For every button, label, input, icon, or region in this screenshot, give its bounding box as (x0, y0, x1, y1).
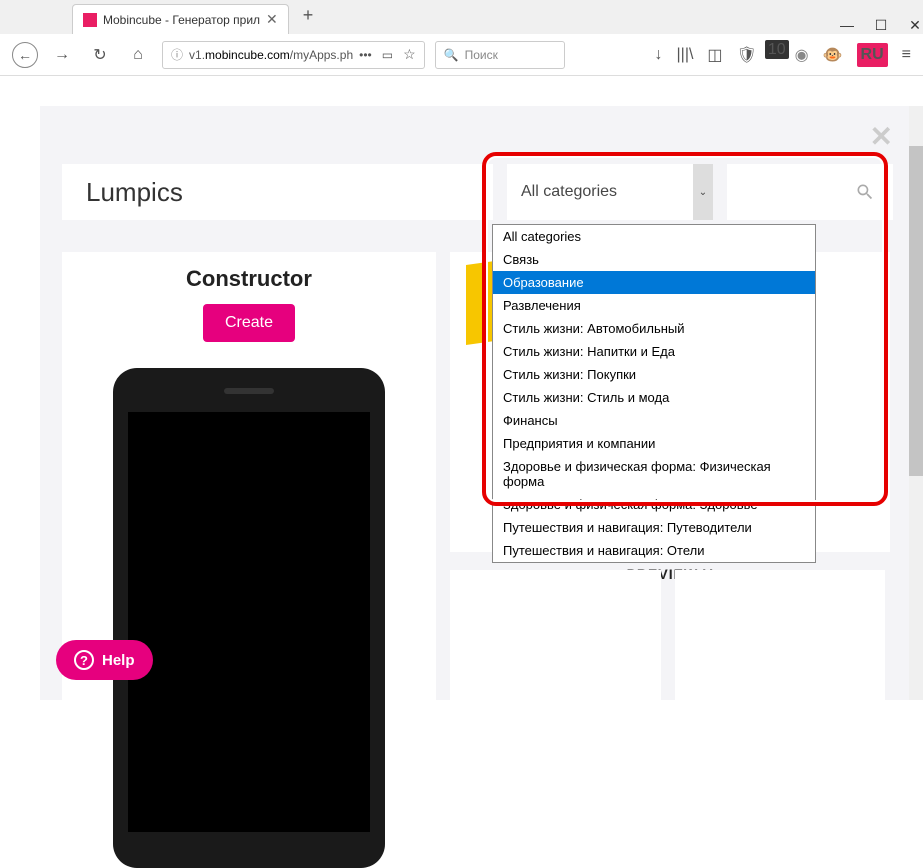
constructor-panel: Constructor Create (62, 252, 436, 700)
browser-tab[interactable]: Mobincube - Генератор прил ✕ (72, 4, 289, 34)
app-name-input[interactable]: Lumpics (62, 164, 493, 220)
dropdown-item[interactable]: Здоровье и физическая форма: Физическая … (493, 455, 815, 493)
help-button[interactable]: ? Help (56, 640, 153, 680)
download-icon[interactable]: ↓ (655, 46, 663, 64)
dropdown-item[interactable]: Развлечения (493, 294, 815, 317)
bottom-cards (450, 570, 885, 780)
monkey-icon[interactable]: 🐵 (823, 45, 843, 65)
reload-button[interactable]: ↻ (86, 41, 114, 69)
dropdown-item[interactable]: Стиль жизни: Напитки и Еда (493, 340, 815, 363)
toolbar-icons: ↓ |||\ ◫ 🛡10 ◉ 🐵 RU ≡ (655, 43, 912, 67)
dropdown-item[interactable]: Здоровье и физическая форма: Здоровье (493, 493, 815, 516)
scrollbar-thumb[interactable] (909, 146, 923, 476)
phone-speaker (224, 388, 274, 394)
dropdown-item[interactable]: Путешествия и навигация: Путеводители (493, 516, 815, 539)
menu-icon[interactable]: ≡ (902, 46, 911, 64)
url-text: v1.mobincube.com/myApps.ph (189, 48, 353, 62)
template-card-3[interactable] (675, 570, 886, 780)
create-button[interactable]: Create (203, 304, 295, 342)
window-controls: — ☐ ✕ (839, 17, 923, 34)
tab-favicon (83, 13, 97, 27)
nav-bar: ← → ↻ ⌂ ⓘ v1.mobincube.com/myApps.ph •••… (0, 34, 923, 76)
dropdown-item[interactable]: Финансы (493, 409, 815, 432)
minimize-button[interactable]: — (839, 17, 855, 34)
search-bar[interactable]: 🔍 Поиск (435, 41, 565, 69)
shield-icon[interactable]: 🛡10 (737, 45, 781, 65)
search-placeholder: Поиск (465, 48, 498, 62)
constructor-title: Constructor (62, 266, 436, 292)
dropdown-item[interactable]: Стиль жизни: Автомобильный (493, 317, 815, 340)
search-input[interactable] (727, 164, 893, 220)
sidebar-icon[interactable]: ◫ (707, 45, 722, 65)
page-content: ✕ Lumpics All categories ⌄ Constructor C… (40, 106, 923, 700)
phone-mockup (113, 368, 385, 868)
window-close-button[interactable]: ✕ (907, 17, 923, 34)
info-icon[interactable]: ⓘ (171, 46, 183, 63)
tab-title: Mobincube - Генератор прил (103, 13, 260, 27)
dropdown-item[interactable]: Стиль жизни: Покупки (493, 363, 815, 386)
ru-icon[interactable]: RU (857, 43, 888, 67)
dropdown-item[interactable]: Путешествия и навигация: Отели (493, 539, 815, 562)
home-button[interactable]: ⌂ (124, 41, 152, 69)
bookmark-icon[interactable]: ☆ (403, 46, 416, 63)
page-actions-icon[interactable]: ••• (359, 48, 372, 62)
ublock-icon[interactable]: ◉ (795, 45, 809, 65)
forward-button[interactable]: → (48, 41, 76, 69)
chevron-down-icon: ⌄ (693, 164, 713, 220)
tab-bar: Mobincube - Генератор прил ✕ + — ☐ ✕ (0, 0, 923, 34)
tab-close-icon[interactable]: ✕ (266, 11, 278, 28)
category-selected-label: All categories (521, 183, 617, 201)
category-select[interactable]: All categories ⌄ (507, 164, 713, 220)
template-card-2[interactable] (450, 570, 661, 780)
question-icon: ? (74, 650, 94, 670)
scrollbar[interactable] (909, 106, 923, 700)
dropdown-item[interactable]: Связь (493, 248, 815, 271)
back-button[interactable]: ← (12, 42, 38, 68)
url-bar[interactable]: ⓘ v1.mobincube.com/myApps.ph ••• ▭ ☆ (162, 41, 425, 69)
category-dropdown[interactable]: All categoriesСвязьОбразованиеРазвлечени… (492, 224, 816, 563)
search-icon: 🔍 (444, 48, 459, 62)
library-icon[interactable]: |||\ (677, 46, 694, 64)
dropdown-item[interactable]: Предприятия и компании (493, 432, 815, 455)
dropdown-item[interactable]: All categories (493, 225, 815, 248)
search-icon (855, 182, 875, 202)
help-label: Help (102, 652, 135, 669)
page-close-icon[interactable]: ✕ (870, 120, 893, 153)
new-tab-button[interactable]: + (295, 1, 322, 30)
dropdown-item[interactable]: Стиль жизни: Стиль и мода (493, 386, 815, 409)
phone-screen (128, 412, 370, 832)
reader-icon[interactable]: ▭ (382, 48, 393, 62)
top-row: Lumpics All categories ⌄ (62, 164, 893, 220)
maximize-button[interactable]: ☐ (873, 17, 889, 34)
dropdown-item[interactable]: Образование (493, 271, 815, 294)
